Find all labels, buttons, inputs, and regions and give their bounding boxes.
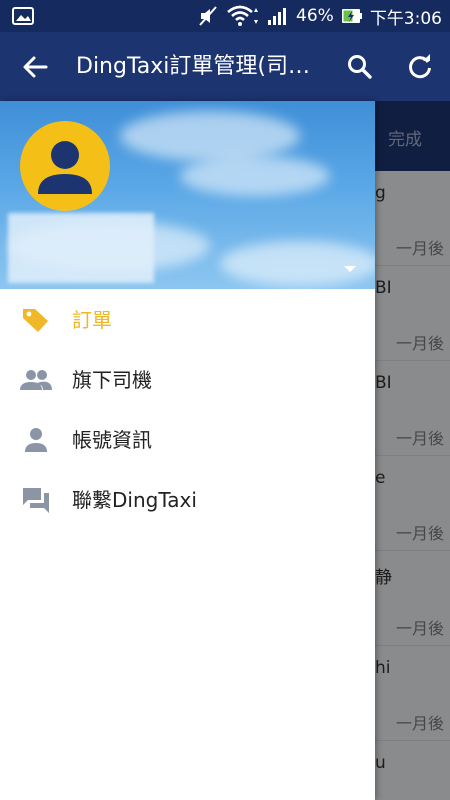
avatar[interactable] bbox=[20, 121, 110, 211]
battery-percent: 46% bbox=[296, 6, 334, 26]
menu-item-orders[interactable]: 訂單 bbox=[0, 290, 375, 350]
status-bar: 46% 下午3:06 bbox=[0, 0, 450, 32]
gallery-notification-icon bbox=[12, 6, 34, 30]
menu-item-label: 訂單 bbox=[72, 308, 112, 332]
back-arrow-icon[interactable] bbox=[20, 52, 50, 82]
menu-item-label: 帳號資訊 bbox=[72, 428, 152, 452]
chat-icon bbox=[20, 485, 52, 515]
tag-icon bbox=[20, 305, 52, 335]
person-icon bbox=[38, 141, 92, 194]
menu-item-label: 聯繫DingTaxi bbox=[72, 488, 197, 512]
menu-item-account-info[interactable]: 帳號資訊 bbox=[0, 410, 375, 470]
menu-item-drivers[interactable]: 旗下司機 bbox=[0, 350, 375, 410]
refresh-icon[interactable] bbox=[405, 52, 435, 82]
search-icon[interactable] bbox=[345, 52, 375, 82]
person-icon bbox=[20, 425, 52, 455]
drawer-header bbox=[0, 101, 375, 289]
wifi-icon bbox=[226, 5, 260, 27]
account-name-blurred bbox=[8, 213, 154, 283]
battery-charging-icon bbox=[341, 6, 363, 26]
signal-icon bbox=[267, 6, 289, 26]
people-icon bbox=[20, 365, 52, 395]
clock: 下午3:06 bbox=[369, 8, 442, 29]
navigation-drawer: 訂單 旗下司機 帳號資訊 聯繫DingTaxi bbox=[0, 101, 375, 800]
cloud-decoration bbox=[180, 156, 330, 196]
app-bar: DingTaxi訂單管理(司… bbox=[0, 32, 450, 101]
menu-item-contact[interactable]: 聯繫DingTaxi bbox=[0, 470, 375, 530]
app-title: DingTaxi訂單管理(司… bbox=[76, 54, 310, 79]
account-dropdown-icon[interactable] bbox=[343, 259, 357, 272]
cloud-decoration bbox=[120, 111, 300, 161]
drawer-menu: 訂單 旗下司機 帳號資訊 聯繫DingTaxi bbox=[0, 290, 375, 530]
menu-item-label: 旗下司機 bbox=[72, 368, 152, 392]
mute-icon bbox=[197, 5, 219, 27]
